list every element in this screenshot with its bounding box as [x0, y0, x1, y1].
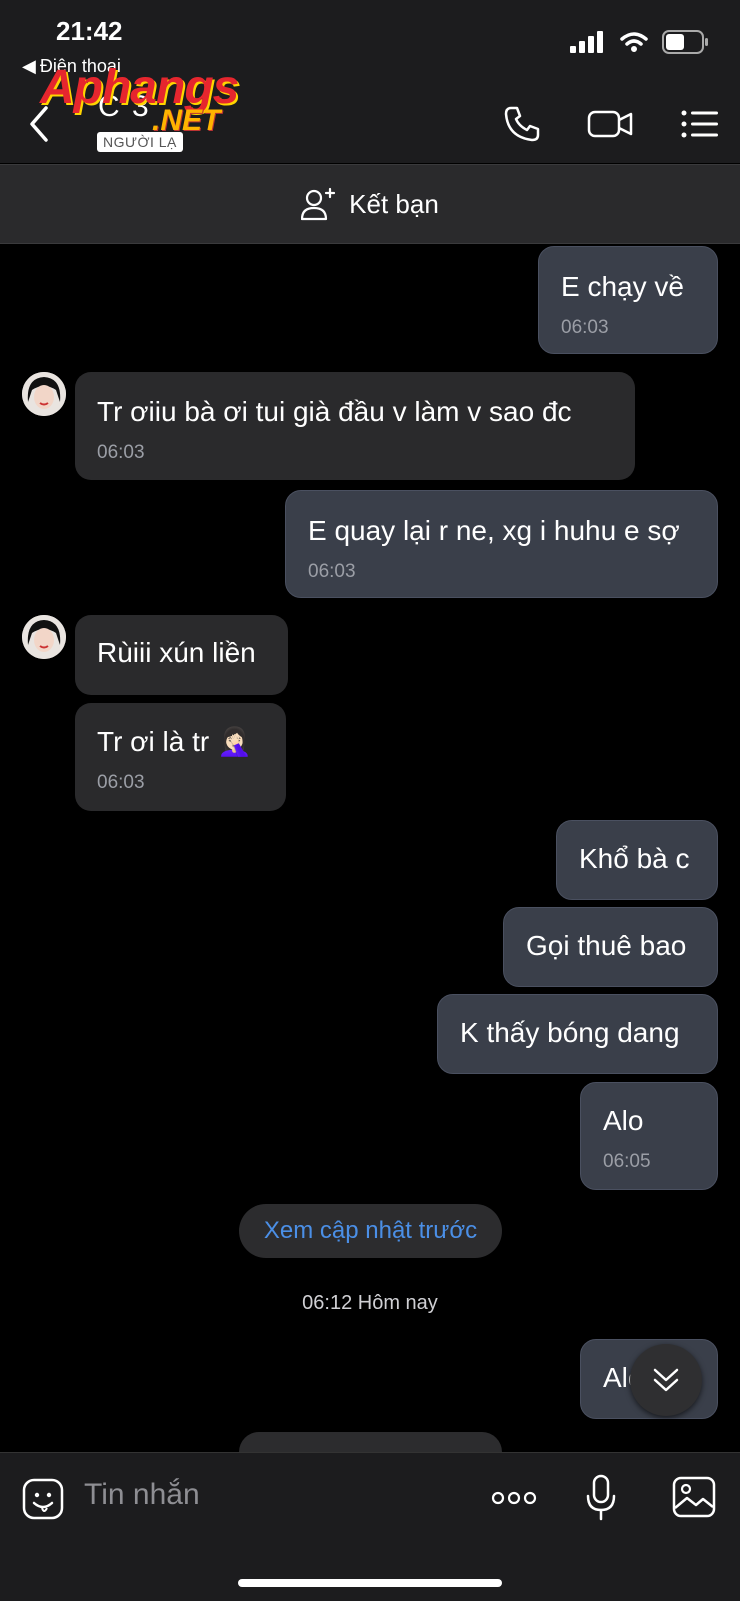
message-bubble-incoming[interactable]: Tr ơiiu bà ơi tui già đầu v làm v sao đc… [75, 372, 635, 480]
see-previous-updates-button[interactable]: Xem cập nhật trước [239, 1204, 502, 1258]
emoji-icon[interactable] [22, 1478, 64, 1520]
message-text: Alo [603, 1105, 644, 1136]
message-text: K thấy bóng dang [460, 1017, 680, 1048]
message-text: Tr ơiiu bà ơi tui già đầu v làm v sao đc [97, 396, 572, 427]
message-time: 06:03 [97, 442, 145, 463]
wifi-icon [620, 32, 648, 52]
stranger-badge: NGƯỜI LẠ [97, 132, 183, 152]
message-text: E quay lại r ne, xg i huhu e sợ [308, 515, 680, 546]
home-indicator[interactable] [238, 1579, 502, 1587]
message-bubble-outgoing[interactable]: K thấy bóng dang [437, 994, 718, 1074]
phone-icon[interactable] [502, 104, 542, 144]
more-dots-icon[interactable] [490, 1486, 538, 1510]
message-input[interactable]: Tin nhắn [84, 1478, 200, 1512]
status-icons [570, 30, 710, 54]
signal-icon [570, 31, 603, 53]
message-text: E chạy về [561, 271, 684, 302]
message-bubble-outgoing[interactable]: E quay lại r ne, xg i huhu e sợ 06:03 [285, 490, 718, 598]
day-timestamp: 06:12 Hôm nay [302, 1292, 438, 1314]
message-bubble-incoming[interactable]: Tr ơi là tr 🤦🏻‍♀️ 06:03 [75, 703, 286, 811]
status-time: 21:42 [56, 16, 123, 46]
avatar[interactable] [22, 615, 66, 659]
add-friend-label: Kết bạn [349, 188, 439, 219]
message-text: Khổ bà c [579, 843, 690, 874]
image-icon[interactable] [672, 1476, 716, 1518]
battery-icon [662, 30, 708, 54]
message-bubble-outgoing[interactable]: E chạy về 06:03 [538, 246, 718, 354]
message-bubble-outgoing[interactable]: Alo 06:05 [580, 1082, 718, 1190]
message-text: Gọi thuê bao [526, 930, 687, 961]
list-menu-icon[interactable] [680, 104, 720, 144]
message-time: 06:03 [308, 561, 356, 582]
double-chevron-down-icon [653, 1368, 679, 1392]
message-time: 06:03 [97, 772, 145, 793]
message-time: 06:03 [561, 317, 609, 338]
scroll-to-bottom-button[interactable] [630, 1344, 702, 1416]
add-user-icon [301, 187, 336, 221]
video-camera-icon[interactable] [587, 104, 635, 144]
avatar[interactable] [22, 372, 66, 416]
message-bubble-outgoing[interactable]: Gọi thuê bao [503, 907, 718, 987]
message-bubble-outgoing[interactable]: Khổ bà c [556, 820, 718, 900]
add-friend-bar[interactable]: Kết bạn [0, 164, 740, 244]
small-back-triangle-icon: ◀ [22, 56, 36, 76]
message-text: Rùiii xún liền [97, 637, 256, 668]
microphone-icon[interactable] [585, 1474, 617, 1522]
message-text: Tr ơi là tr 🤦🏻‍♀️ [97, 726, 252, 757]
message-bubble-incoming[interactable]: Rùiii xún liền [75, 615, 288, 695]
message-time: 06:05 [603, 1151, 651, 1172]
